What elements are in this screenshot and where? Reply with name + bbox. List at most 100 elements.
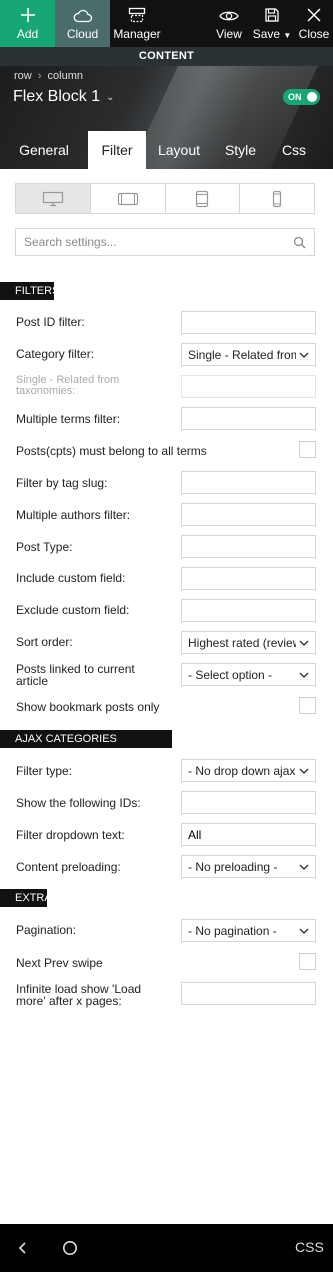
breadcrumb: row › column — [14, 70, 83, 82]
tag-slug-input[interactable] — [182, 472, 315, 493]
show-ids-input[interactable] — [182, 792, 315, 813]
toggle-knob — [307, 92, 317, 102]
manager-label: Manager — [113, 27, 161, 41]
infinite-load-input[interactable] — [182, 983, 315, 1004]
infinite-load-field — [181, 982, 316, 1005]
preloading-select[interactable]: - No preloading - — [181, 855, 316, 878]
cloud-label: Cloud — [66, 27, 99, 41]
chevron-down-icon — [299, 864, 309, 870]
block-title[interactable]: Flex Block 1 ⌄ — [13, 88, 115, 106]
eye-icon — [219, 11, 239, 21]
close-button[interactable]: Close — [295, 0, 333, 47]
block-title-text: Flex Block 1 — [13, 88, 101, 105]
preloading-value: - No preloading - — [188, 859, 278, 874]
sort-order-label: Sort order: — [16, 635, 73, 649]
next-prev-swipe-label: Next Prev swipe — [16, 956, 103, 970]
chevron-down-icon: ⌄ — [106, 91, 115, 103]
manager-icon — [128, 7, 146, 23]
tag-slug-field — [181, 471, 316, 494]
dropdown-text-label: Filter dropdown text: — [16, 828, 125, 842]
filter-type-label: Filter type: — [16, 764, 73, 778]
desktop-icon — [42, 191, 63, 206]
device-tablet-portrait[interactable] — [166, 184, 241, 213]
multiple-authors-label: Multiple authors filter: — [16, 508, 131, 522]
post-id-filter-field — [181, 311, 316, 334]
view-button[interactable]: View — [209, 0, 249, 47]
linked-article-select[interactable]: - Select option - — [181, 663, 316, 686]
back-icon[interactable] — [17, 1240, 29, 1256]
include-cf-field — [181, 567, 316, 590]
pagination-select[interactable]: - No pagination - — [181, 919, 316, 942]
breadcrumb-row[interactable]: row — [14, 70, 32, 82]
bookmark-checkbox[interactable] — [299, 697, 316, 714]
plus-icon — [20, 8, 35, 22]
include-cf-input[interactable] — [182, 568, 315, 589]
single-related-input — [182, 376, 315, 397]
device-desktop[interactable] — [16, 184, 91, 213]
search-input[interactable] — [24, 235, 284, 249]
exclude-cf-input[interactable] — [182, 600, 315, 621]
show-ids-label: Show the following IDs: — [16, 796, 141, 810]
device-tablet-landscape[interactable] — [91, 184, 166, 213]
tablet-landscape-icon — [117, 192, 138, 205]
tab-filter[interactable]: Filter — [88, 131, 146, 169]
filter-type-value: - No drop down ajax filter - — [188, 763, 296, 778]
view-label: View — [216, 27, 242, 41]
category-filter-label: Category filter: — [16, 347, 95, 361]
exclude-cf-label: Exclude custom field: — [16, 603, 130, 617]
chevron-down-icon — [299, 768, 309, 774]
tab-css[interactable]: Css — [269, 131, 319, 169]
dropdown-text-input[interactable] — [182, 824, 315, 845]
home-icon[interactable] — [62, 1240, 78, 1256]
settings-tabs: General Filter Layout Style Css — [0, 131, 333, 169]
section-ajax: AJAX CATEGORIES DROPDOWN — [0, 730, 172, 763]
post-type-field — [181, 535, 316, 558]
tag-slug-label: Filter by tag slug: — [16, 476, 108, 490]
toggle-label: ON — [288, 92, 302, 102]
manager-button[interactable]: Manager — [110, 0, 164, 47]
single-related-field — [181, 375, 316, 398]
category-filter-select[interactable]: Single - Related from taxonomies — [181, 343, 316, 366]
section-filters: FILTERS — [0, 282, 59, 300]
content-bar: CONTENT — [0, 47, 333, 66]
device-selector — [15, 183, 315, 214]
search-icon[interactable] — [293, 236, 306, 249]
single-related-label: Single - Related from taxonomies: — [16, 374, 120, 397]
save-button[interactable]: Save ▼ — [249, 0, 295, 47]
chevron-down-icon — [299, 640, 309, 646]
post-id-filter-label: Post ID filter: — [16, 315, 85, 329]
css-button[interactable]: CSS — [295, 1239, 324, 1255]
save-label: Save — [252, 27, 281, 41]
show-ids-field — [181, 791, 316, 814]
top-toolbar: Add Cloud Manager View Save ▼ Close — [0, 0, 333, 47]
close-label: Close — [298, 27, 330, 41]
linked-article-label: Posts linked to current article — [16, 662, 135, 688]
tab-style[interactable]: Style — [212, 131, 269, 169]
multiple-terms-input[interactable] — [182, 408, 315, 429]
add-label: Add — [16, 27, 39, 41]
add-button[interactable]: Add — [0, 0, 55, 47]
device-phone[interactable] — [240, 184, 314, 213]
caret-down-icon: ▼ — [283, 31, 292, 40]
multiple-authors-field — [181, 503, 316, 526]
infinite-load-label: Infinite load show 'Load more' after x p… — [16, 982, 142, 1008]
close-icon — [307, 8, 321, 22]
filter-type-select[interactable]: - No drop down ajax filter - — [181, 759, 316, 782]
multiple-authors-input[interactable] — [182, 504, 315, 525]
exclude-cf-field — [181, 599, 316, 622]
post-id-filter-input[interactable] — [182, 312, 315, 333]
cloud-button[interactable]: Cloud — [55, 0, 110, 47]
include-cf-label: Include custom field: — [16, 571, 126, 585]
post-type-input[interactable] — [182, 536, 315, 557]
category-filter-value: Single - Related from taxonomies — [188, 347, 296, 362]
phone-icon — [273, 190, 282, 207]
sort-order-select[interactable]: Highest rated (reviews) — [181, 631, 316, 654]
tab-general[interactable]: General — [0, 131, 88, 169]
chevron-down-icon — [299, 928, 309, 934]
block-toggle[interactable]: ON — [283, 89, 320, 105]
breadcrumb-column[interactable]: column — [48, 70, 83, 82]
must-belong-checkbox[interactable] — [299, 441, 316, 458]
multiple-terms-field — [181, 407, 316, 430]
tab-layout[interactable]: Layout — [146, 131, 212, 169]
next-prev-swipe-checkbox[interactable] — [299, 953, 316, 970]
